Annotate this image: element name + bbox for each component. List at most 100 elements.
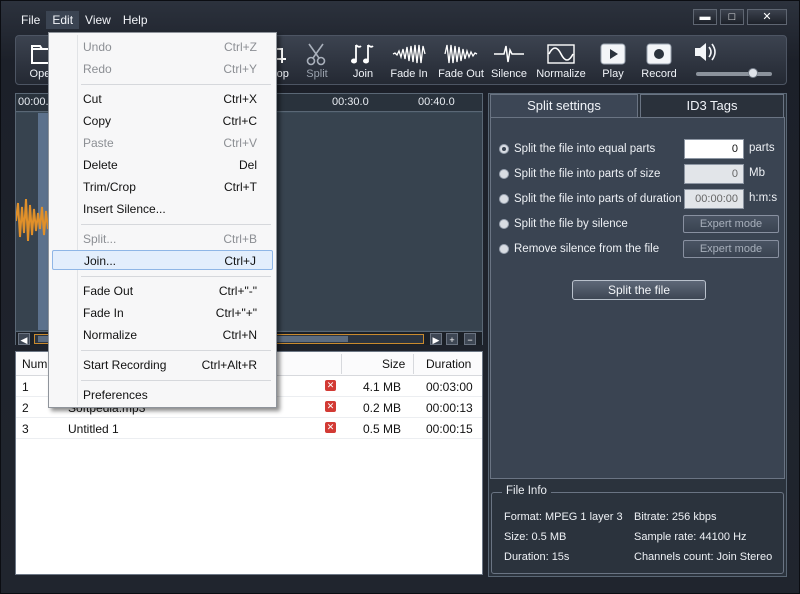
menu-item-label: Redo bbox=[83, 62, 112, 76]
fade-in-button[interactable]: Fade In bbox=[382, 40, 436, 80]
menu-item-start-recording[interactable]: Start Recording Ctrl+Alt+R bbox=[52, 355, 273, 375]
menu-item-label: Paste bbox=[83, 136, 114, 150]
volume-control[interactable] bbox=[692, 40, 782, 80]
silence-button[interactable]: Silence bbox=[482, 40, 536, 80]
expert-mode-button[interactable]: Expert mode bbox=[683, 240, 779, 258]
menu-item-shortcut: Ctrl+"-" bbox=[218, 284, 257, 298]
menu-view[interactable]: View bbox=[79, 11, 117, 29]
music-notes-icon bbox=[351, 44, 374, 64]
part-duration-input[interactable]: 00:00:00 bbox=[684, 189, 744, 209]
menu-item-shortcut: Ctrl+Alt+R bbox=[201, 358, 257, 372]
option-parts-size[interactable]: Split the file into parts of size bbox=[499, 165, 660, 183]
ruler-label-40: 00:40.0 bbox=[418, 96, 455, 108]
scroll-left-button[interactable]: ◀ bbox=[18, 333, 30, 345]
menu-item-shortcut: Del bbox=[238, 158, 257, 172]
option-split-silence[interactable]: Split the file by silence bbox=[499, 215, 628, 233]
scissors-icon bbox=[306, 43, 326, 66]
col-separator bbox=[341, 354, 342, 374]
menu-item-preferences[interactable]: Preferences bbox=[52, 385, 273, 405]
normalize-icon bbox=[547, 44, 575, 64]
menu-item-trim-crop[interactable]: Trim/Crop Ctrl+T bbox=[52, 177, 273, 197]
split-file-button[interactable]: Split the file bbox=[572, 280, 706, 300]
zoom-out-button[interactable]: − bbox=[464, 333, 476, 345]
menu-item-shortcut: Ctrl+Z bbox=[224, 40, 257, 54]
minimize-button[interactable]: ▬ bbox=[693, 9, 717, 25]
file-duration: Duration: 15s bbox=[504, 551, 570, 563]
row-num: 3 bbox=[22, 422, 29, 436]
table-row[interactable]: 3 Untitled 1 ✕ 0.5 MB 00:00:15 bbox=[16, 418, 482, 439]
parts-count-input[interactable]: 0 bbox=[684, 139, 744, 159]
file-sample-rate: Sample rate: 44100 Hz bbox=[634, 531, 747, 543]
play-icon bbox=[600, 43, 626, 65]
menu-item-join[interactable]: Join... Ctrl+J bbox=[52, 250, 273, 270]
menu-edit[interactable]: Edit bbox=[46, 11, 80, 29]
file-info-title: File Info bbox=[502, 485, 551, 497]
normalize-button[interactable]: Normalize bbox=[534, 40, 588, 80]
menu-item-normalize[interactable]: Normalize Ctrl+N bbox=[52, 325, 273, 345]
menu-item-label: Cut bbox=[83, 92, 102, 106]
radio-parts-size[interactable] bbox=[499, 169, 509, 179]
tab-id3-tags[interactable]: ID3 Tags bbox=[640, 94, 784, 118]
file-info-group: File Info Format: MPEG 1 layer 3 Bitrate… bbox=[491, 485, 784, 574]
file-bitrate: Bitrate: 256 kbps bbox=[634, 511, 717, 523]
radio-parts-duration[interactable] bbox=[499, 194, 509, 204]
menu-item-insert-silence[interactable]: Insert Silence... bbox=[52, 199, 273, 219]
edit-menu-dropdown: Undo Ctrl+Z Redo Ctrl+Y Cut Ctrl+X Copy … bbox=[48, 32, 277, 408]
expert-mode-button[interactable]: Expert mode bbox=[683, 215, 779, 233]
menu-item-delete[interactable]: Delete Del bbox=[52, 155, 273, 175]
col-size-header[interactable]: Size bbox=[382, 357, 405, 371]
volume-slider-track[interactable] bbox=[696, 72, 772, 76]
remove-file-icon[interactable]: ✕ bbox=[325, 380, 336, 391]
menu-item-label: Fade Out bbox=[83, 284, 134, 298]
menu-item-shortcut: Ctrl+J bbox=[224, 254, 256, 268]
split-settings-pane: Split the file into equal parts 0 parts … bbox=[490, 117, 785, 479]
fade-out-button[interactable]: Fade Out bbox=[434, 40, 488, 80]
row-size: 0.2 MB bbox=[363, 401, 402, 415]
zoom-in-button[interactable]: + bbox=[446, 333, 458, 345]
record-button[interactable]: Record bbox=[632, 40, 686, 80]
size-unit: Mb bbox=[749, 167, 765, 179]
option-equal-parts[interactable]: Split the file into equal parts bbox=[499, 140, 655, 158]
col-num-header[interactable]: Num bbox=[22, 357, 47, 371]
scroll-right-button[interactable]: ▶ bbox=[430, 333, 442, 345]
menu-item-label: Start Recording bbox=[83, 358, 167, 372]
menu-separator bbox=[81, 276, 271, 277]
menu-item-paste[interactable]: Paste Ctrl+V bbox=[52, 133, 273, 153]
menu-item-split[interactable]: Split... Ctrl+B bbox=[52, 229, 273, 249]
option-parts-duration[interactable]: Split the file into parts of duration bbox=[499, 190, 682, 208]
menu-item-fade-in[interactable]: Fade In Ctrl+"+" bbox=[52, 303, 273, 323]
tab-split-settings[interactable]: Split settings bbox=[490, 94, 638, 118]
fade-out-label: Fade Out bbox=[438, 68, 484, 80]
row-name: Untitled 1 bbox=[68, 422, 119, 436]
menu-item-undo[interactable]: Undo Ctrl+Z bbox=[52, 37, 273, 57]
settings-panel: Split settings ID3 Tags Split the file i… bbox=[488, 93, 787, 577]
maximize-button[interactable]: □ bbox=[720, 9, 744, 25]
menu-item-copy[interactable]: Copy Ctrl+C bbox=[52, 111, 273, 131]
radio-remove-silence[interactable] bbox=[499, 244, 509, 254]
menu-item-shortcut: Ctrl+Y bbox=[223, 62, 257, 76]
menu-separator bbox=[81, 224, 271, 225]
menu-item-label: Join... bbox=[84, 254, 117, 268]
normalize-label: Normalize bbox=[536, 68, 586, 80]
menu-item-redo[interactable]: Redo Ctrl+Y bbox=[52, 59, 273, 79]
col-duration-header[interactable]: Duration bbox=[426, 357, 471, 371]
remove-file-icon[interactable]: ✕ bbox=[325, 401, 336, 412]
option-remove-silence[interactable]: Remove silence from the file bbox=[499, 240, 659, 258]
menu-separator bbox=[81, 380, 271, 381]
menu-bar: File Edit View Help bbox=[15, 11, 154, 29]
menu-help[interactable]: Help bbox=[117, 11, 154, 29]
menu-file[interactable]: File bbox=[15, 11, 46, 29]
close-button[interactable]: ✕ bbox=[747, 9, 787, 25]
row-num: 1 bbox=[22, 380, 29, 394]
silence-label: Silence bbox=[490, 68, 528, 80]
ruler-label-30: 00:30.0 bbox=[332, 96, 369, 108]
fade-in-wave-icon bbox=[392, 44, 426, 64]
menu-item-cut[interactable]: Cut Ctrl+X bbox=[52, 89, 273, 109]
remove-file-icon[interactable]: ✕ bbox=[325, 422, 336, 433]
radio-equal-parts[interactable] bbox=[499, 144, 509, 154]
radio-split-silence[interactable] bbox=[499, 219, 509, 229]
menu-item-fade-out[interactable]: Fade Out Ctrl+"-" bbox=[52, 281, 273, 301]
option-parts-duration-label: Split the file into parts of duration bbox=[514, 193, 682, 205]
volume-slider-knob[interactable] bbox=[748, 68, 758, 78]
part-size-input[interactable]: 0 bbox=[684, 164, 744, 184]
